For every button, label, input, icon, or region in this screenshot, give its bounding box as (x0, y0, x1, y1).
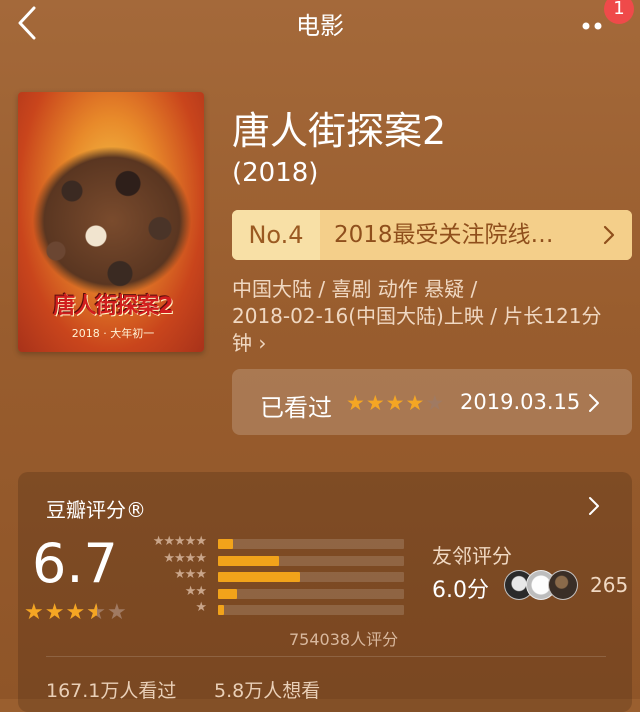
douban-rating-card[interactable]: 豆瓣评分® 6.7 ★★★★★★ ★★★★★★★★★★★★★★★ 754038人… (18, 472, 632, 712)
star-icon: ★★ (86, 600, 107, 625)
distribution-star-label: ★★ (184, 583, 207, 599)
meta-release-runtime: 2018-02-16(中国大陆)上映 / 片长121分 (232, 304, 602, 328)
rating-stars: ★★★★★★ (24, 600, 128, 625)
rank-list-name: 2018最受关注院线… (320, 210, 632, 260)
distribution-track (218, 572, 404, 582)
star-icon: ★ (365, 391, 386, 415)
star-icon: ★ (385, 391, 406, 415)
page-title: 电影 (296, 12, 344, 40)
rating-distribution: ★★★★★ ★★★★ ★★★ ★★ ★ (142, 534, 412, 619)
rank-number: No.4 (232, 210, 320, 260)
rating-score: 6.7 (32, 532, 118, 595)
distribution-bar (218, 539, 233, 549)
divider (46, 656, 606, 657)
poster-date: 2018 · 大年初一 (71, 327, 155, 340)
movie-meta[interactable]: 中国大陆 / 喜剧 动作 悬疑 / 2018-02-16(中国大陆)上映 / 片… (232, 276, 632, 357)
vote-count: 754038人评分 (289, 630, 399, 649)
distribution-star-label: ★★★★ (163, 550, 207, 566)
distribution-row: ★★ (142, 583, 412, 602)
poster-title: 唐人街探案2 (53, 294, 173, 319)
my-watch-status[interactable]: 已看过 ★★★★★ 2019.03.15 (232, 369, 632, 435)
distribution-star-label: ★★★★★ (152, 534, 207, 549)
friend-avatars[interactable] (504, 570, 584, 600)
meta-region-genre: 中国大陆 / 喜剧 动作 悬疑 / (232, 277, 478, 301)
star-icon: ★ (346, 391, 366, 415)
my-rating-stars: ★★★★★ (346, 391, 445, 415)
distribution-bar (218, 605, 224, 615)
distribution-star-label: ★★★ (174, 567, 207, 582)
distribution-row: ★ (142, 600, 412, 618)
watched-date: 2019.03.15 (460, 390, 581, 414)
distribution-track (218, 605, 404, 615)
navbar: 电影 1 (0, 0, 640, 46)
star-icon: ★ (44, 600, 66, 625)
avatar (548, 570, 578, 600)
friend-rating-label: 友邻评分 (432, 544, 512, 568)
star-icon: ★ (425, 391, 446, 415)
distribution-bar (218, 555, 279, 566)
distribution-track (218, 588, 404, 599)
chevron-right-icon (589, 497, 599, 515)
star-icon: ★ (65, 600, 87, 625)
watched-label: 已看过 (260, 394, 332, 422)
meta-runtime-cont: 钟 › (232, 331, 267, 355)
chevron-right-icon (603, 225, 615, 245)
star-icon: ★ (405, 391, 426, 415)
distribution-track (218, 539, 404, 549)
distribution-bar (218, 572, 300, 582)
poster-artwork (32, 146, 192, 296)
chevron-right-icon (589, 394, 599, 412)
movie-year: (2018) (232, 158, 319, 188)
star-icon: ★ (106, 600, 128, 625)
distribution-bar (218, 588, 237, 599)
friend-rating-score: 6.0分 (432, 578, 489, 603)
movie-poster[interactable]: 唐人街探案2 2018 · 大年初一 (18, 92, 204, 352)
distribution-track (218, 555, 404, 566)
distribution-row: ★★★ (142, 567, 412, 585)
friend-count: 265 (590, 573, 629, 597)
ranking-banner[interactable]: No.4 2018最受关注院线… (232, 210, 632, 260)
movie-title: 唐人街探案2 (232, 109, 447, 153)
distribution-star-label: ★ (195, 600, 207, 615)
rating-title: 豆瓣评分® (46, 498, 146, 522)
star-icon: ★ (24, 600, 45, 625)
